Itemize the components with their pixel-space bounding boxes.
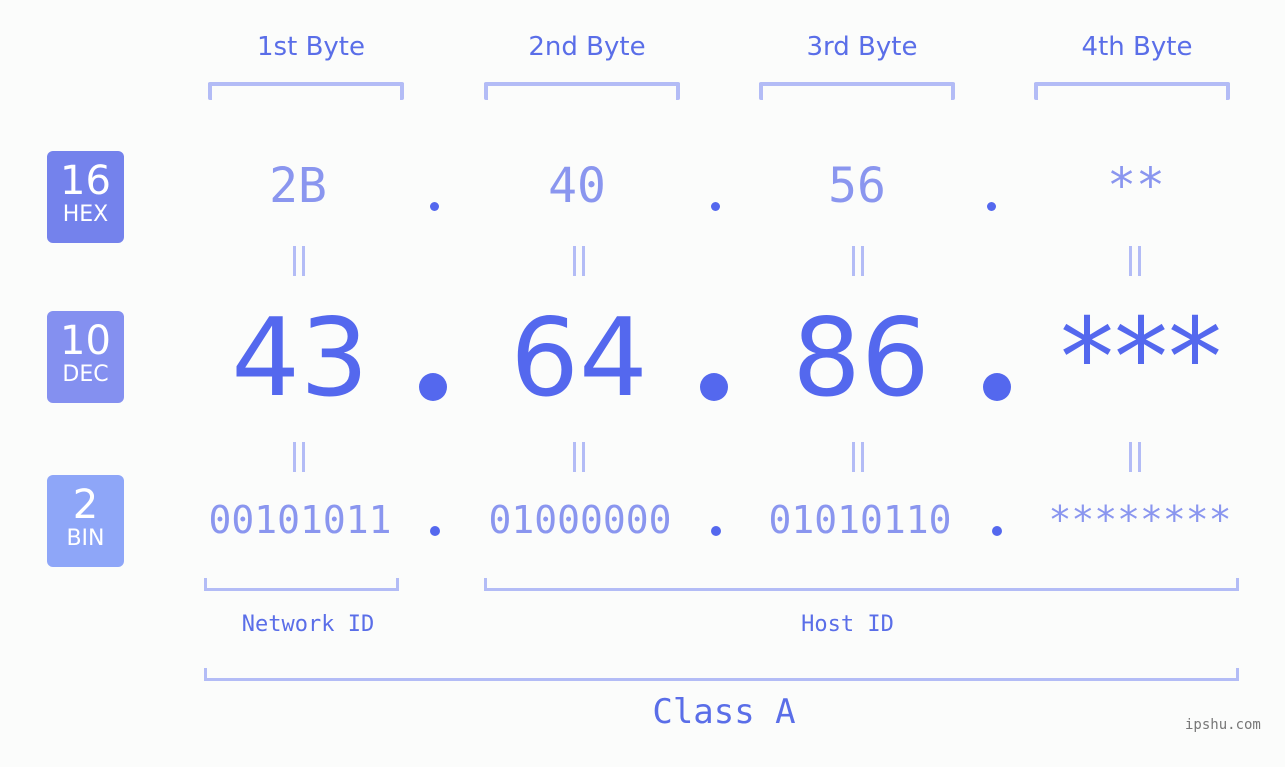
byte-header-4: 4th Byte <box>1081 32 1193 62</box>
dec-byte-1: 43 <box>231 296 369 421</box>
dec-base-label: DEC <box>62 362 109 387</box>
hex-separator-dot <box>987 202 996 211</box>
class-label: Class A <box>652 692 796 732</box>
class-bracket <box>204 668 1239 681</box>
equals-icon <box>1128 246 1142 276</box>
hex-base-number: 16 <box>60 158 111 204</box>
byte-bracket-1 <box>208 82 404 100</box>
hex-byte-1: 2B <box>269 158 327 214</box>
dec-separator-dot <box>983 373 1011 401</box>
equals-icon <box>292 442 306 472</box>
byte-bracket-4 <box>1034 82 1230 100</box>
dec-badge: 10 DEC <box>47 311 124 403</box>
bin-separator-dot <box>430 526 440 536</box>
bin-byte-2: 01000000 <box>488 498 672 542</box>
hex-separator-dot <box>430 202 439 211</box>
equals-icon <box>572 246 586 276</box>
hex-byte-3: 56 <box>828 158 886 214</box>
bin-byte-4: ******** <box>1048 498 1232 542</box>
byte-bracket-2 <box>484 82 680 100</box>
bin-byte-1: 00101011 <box>208 498 392 542</box>
bin-separator-dot <box>992 526 1002 536</box>
dec-separator-dot <box>419 373 447 401</box>
watermark: ipshu.com <box>1185 717 1261 733</box>
byte-bracket-3 <box>759 82 955 100</box>
network-id-bracket <box>204 578 399 591</box>
bin-badge: 2 BIN <box>47 475 124 567</box>
bin-base-label: BIN <box>66 526 105 551</box>
dec-byte-2: 64 <box>510 296 648 421</box>
byte-header-1: 1st Byte <box>257 32 365 62</box>
bin-separator-dot <box>711 526 721 536</box>
equals-icon <box>1128 442 1142 472</box>
hex-base-label: HEX <box>62 202 109 227</box>
hex-byte-2: 40 <box>548 158 606 214</box>
network-id-label: Network ID <box>241 612 375 637</box>
hex-separator-dot <box>711 202 720 211</box>
dec-byte-3: 86 <box>792 296 930 421</box>
byte-header-2: 2nd Byte <box>528 32 646 62</box>
dec-separator-dot <box>700 373 728 401</box>
equals-icon <box>292 246 306 276</box>
bin-base-number: 2 <box>72 482 99 528</box>
hex-byte-4: ** <box>1107 158 1165 214</box>
hex-badge: 16 HEX <box>47 151 124 243</box>
dec-base-number: 10 <box>60 318 111 364</box>
dec-byte-4: *** <box>1060 296 1222 421</box>
equals-icon <box>851 442 865 472</box>
equals-icon <box>572 442 586 472</box>
bin-byte-3: 01010110 <box>768 498 952 542</box>
host-id-label: Host ID <box>801 612 894 637</box>
byte-header-3: 3rd Byte <box>806 32 918 62</box>
host-id-bracket <box>484 578 1239 591</box>
equals-icon <box>851 246 865 276</box>
